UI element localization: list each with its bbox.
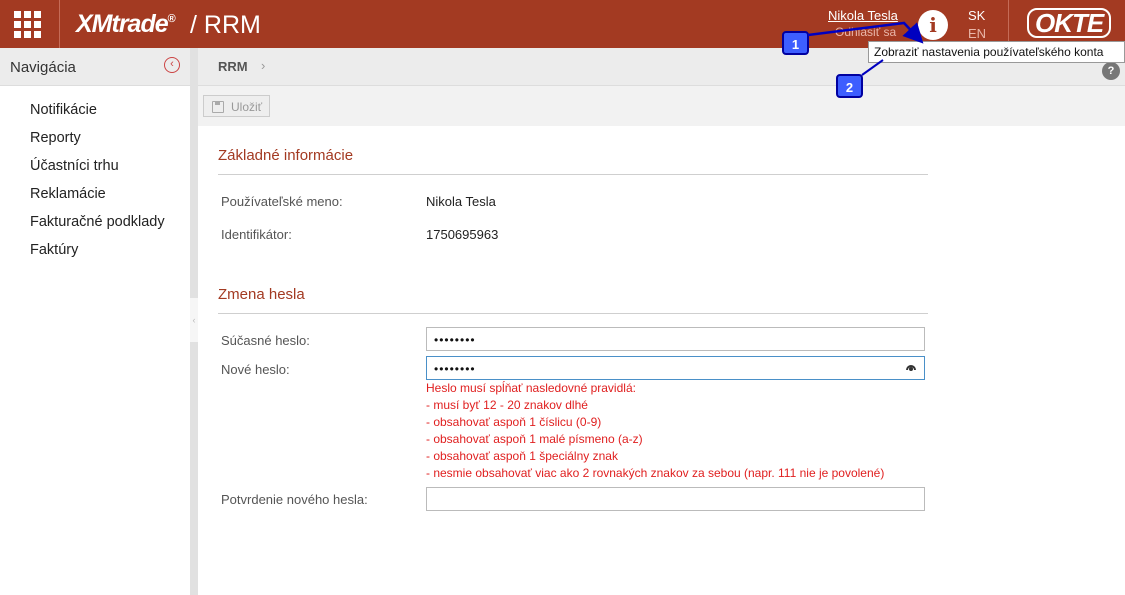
grid-icon xyxy=(14,11,41,38)
current-password-value: •••••••• xyxy=(434,333,476,347)
eye-icon[interactable] xyxy=(906,365,916,371)
current-password-input[interactable]: •••••••• xyxy=(426,327,925,351)
language-sk[interactable]: SK xyxy=(968,8,985,23)
divider xyxy=(218,313,928,314)
save-button[interactable]: Uložiť xyxy=(203,95,270,117)
current-password-label: Súčasné heslo: xyxy=(221,333,310,348)
sidebar-title: Navigácia xyxy=(10,59,76,76)
section-title-basic-info: Základné informácie xyxy=(218,147,354,164)
collapse-icon[interactable]: ‹ xyxy=(164,57,180,73)
sidebar-item-fakturacne-podklady[interactable]: Fakturačné podklady xyxy=(30,212,165,240)
xmtrade-logo: XMtrade® xyxy=(76,10,176,38)
password-rules: Heslo musí spĺňať nasledovné pravidlá: -… xyxy=(426,380,884,482)
confirm-password-input[interactable] xyxy=(426,487,925,511)
new-password-value: •••••••• xyxy=(434,362,476,376)
username-label: Používateľské meno: xyxy=(221,194,343,209)
app-title: / RRM xyxy=(190,11,261,39)
save-button-label: Uložiť xyxy=(231,100,263,114)
main-content: Základné informácie Používateľské meno: … xyxy=(198,126,1125,595)
language-en[interactable]: EN xyxy=(968,26,986,41)
new-password-input[interactable]: •••••••• xyxy=(426,356,925,380)
splitter-handle-icon[interactable]: ‹ xyxy=(190,298,198,342)
floppy-disk-icon xyxy=(212,101,224,113)
password-rule: - musí byť 12 - 20 znakov dlhé xyxy=(426,398,588,412)
identifier-label: Identifikátor: xyxy=(221,227,292,242)
app-launcher-button[interactable] xyxy=(0,0,60,48)
sidebar-splitter[interactable]: ‹ xyxy=(190,48,198,595)
callout-badge-1: 1 xyxy=(782,31,809,55)
info-icon[interactable]: i xyxy=(918,10,948,40)
toolbar: Uložiť xyxy=(198,86,1125,126)
confirm-password-label: Potvrdenie nového hesla: xyxy=(221,492,368,507)
sidebar: Navigácia ‹ Notifikácie Reporty Účastníc… xyxy=(0,48,199,595)
user-name-link[interactable]: Nikola Tesla xyxy=(828,8,898,23)
password-rule: - obsahovať aspoň 1 číslicu (0-9) xyxy=(426,415,602,429)
username-value: Nikola Tesla xyxy=(426,194,496,209)
password-rule: - nesmie obsahovať viac ako 2 rovnakých … xyxy=(426,466,885,480)
password-rule: - obsahovať aspoň 1 špeciálny znak xyxy=(426,449,618,463)
chevron-right-icon: › xyxy=(261,58,266,73)
nav-list: Notifikácie Reporty Účastníci trhu Rekla… xyxy=(30,100,165,268)
sidebar-item-faktury[interactable]: Faktúry xyxy=(30,240,165,268)
section-title-password: Zmena hesla xyxy=(218,286,305,303)
sidebar-item-reporty[interactable]: Reporty xyxy=(30,128,165,156)
sidebar-item-ucastnici-trhu[interactable]: Účastníci trhu xyxy=(30,156,165,184)
sidebar-header: Navigácia ‹ xyxy=(0,48,190,86)
password-rule: Heslo musí spĺňať nasledovné pravidlá: xyxy=(426,381,636,395)
new-password-label: Nové heslo: xyxy=(221,362,290,377)
sidebar-item-reklamacie[interactable]: Reklamácie xyxy=(30,184,165,212)
callout-badge-2: 2 xyxy=(836,74,863,98)
sidebar-item-notifikacie[interactable]: Notifikácie xyxy=(30,100,165,128)
divider xyxy=(218,174,928,175)
identifier-value: 1750695963 xyxy=(426,227,499,242)
account-settings-tooltip: Zobraziť nastavenia používateľského kont… xyxy=(868,41,1125,63)
breadcrumb-item-rrm[interactable]: RRM xyxy=(218,59,248,74)
password-rule: - obsahovať aspoň 1 malé písmeno (a-z) xyxy=(426,432,643,446)
logout-link[interactable]: Odhlásiť sa xyxy=(835,25,896,39)
help-icon[interactable]: ? xyxy=(1102,62,1120,80)
